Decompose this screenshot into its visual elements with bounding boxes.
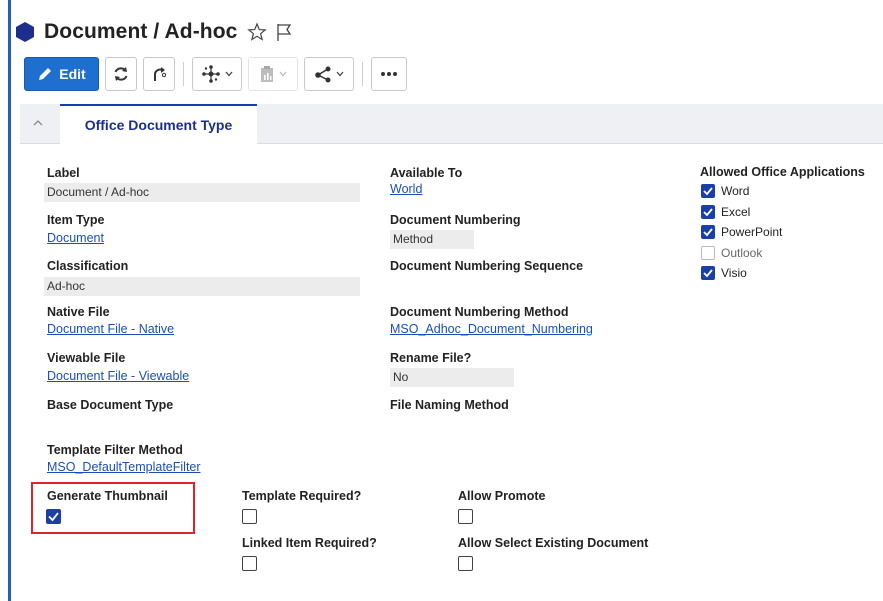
- item-type-label: Item Type: [47, 213, 105, 227]
- tab-office-document-type[interactable]: Office Document Type: [60, 104, 257, 144]
- powerpoint-label: PowerPoint: [721, 225, 783, 239]
- chevron-down-icon: [225, 71, 233, 77]
- more-button[interactable]: [371, 57, 407, 91]
- viewable-file-label: Viewable File: [47, 351, 126, 365]
- template-required-checkbox[interactable]: [242, 509, 257, 524]
- check-icon: [703, 269, 713, 278]
- powerpoint-checkbox[interactable]: [701, 225, 715, 239]
- linked-item-required-checkbox[interactable]: [242, 556, 257, 571]
- share-icon: [315, 66, 331, 83]
- structure-menu-button[interactable]: [192, 57, 242, 91]
- allowed-office-apps-label: Allowed Office Applications: [700, 165, 865, 179]
- file-naming-method-label: File Naming Method: [390, 398, 509, 412]
- edit-button-label: Edit: [59, 66, 86, 82]
- toolbar: Edit: [24, 56, 407, 92]
- rename-file-value: No: [390, 368, 514, 387]
- linked-item-required-label: Linked Item Required?: [242, 536, 377, 550]
- toolbar-separator: [362, 62, 363, 86]
- chevron-down-icon: [336, 71, 344, 77]
- more-icon: [381, 72, 397, 76]
- check-icon: [703, 187, 713, 196]
- visio-label: Visio: [721, 266, 747, 280]
- word-checkbox[interactable]: [701, 184, 715, 198]
- template-filter-link[interactable]: MSO_DefaultTemplateFilter: [47, 460, 201, 474]
- chevron-up-icon[interactable]: [32, 118, 44, 128]
- star-icon[interactable]: [247, 22, 268, 42]
- native-file-label: Native File: [47, 305, 110, 319]
- allow-promote-checkbox[interactable]: [458, 509, 473, 524]
- native-file-link[interactable]: Document File - Native: [47, 322, 174, 336]
- reports-menu-button[interactable]: [248, 57, 298, 91]
- check-icon: [703, 228, 713, 237]
- document-numbering-sequence-label: Document Numbering Sequence: [390, 259, 584, 273]
- template-filter-label: Template Filter Method: [47, 443, 183, 457]
- promote-icon: [154, 67, 167, 81]
- hexagon-icon: [16, 22, 34, 42]
- check-icon: [703, 208, 713, 217]
- rename-file-label: Rename File?: [390, 351, 472, 365]
- allow-select-existing-checkbox[interactable]: [458, 556, 473, 571]
- network-icon: [202, 65, 220, 83]
- highlight-box: [31, 482, 195, 534]
- viewable-file-link[interactable]: Document File - Viewable: [47, 369, 189, 383]
- pencil-icon: [39, 68, 52, 80]
- allow-select-existing-label: Allow Select Existing Document: [458, 536, 649, 550]
- promote-button[interactable]: [143, 57, 175, 91]
- base-document-type-label: Base Document Type: [47, 398, 174, 412]
- chevron-down-icon: [279, 71, 287, 77]
- outlook-label: Outlook: [721, 246, 763, 260]
- refresh-button[interactable]: [105, 57, 137, 91]
- share-menu-button[interactable]: [304, 57, 354, 91]
- word-label: Word: [721, 184, 750, 198]
- clipboard-icon: [261, 66, 273, 82]
- outlook-checkbox[interactable]: [701, 246, 715, 260]
- available-to-link[interactable]: World: [390, 182, 422, 196]
- label-field-label: Label: [47, 166, 80, 180]
- label-field-value: Document / Ad-hoc: [44, 183, 360, 202]
- toolbar-separator: [183, 62, 184, 86]
- allow-promote-label: Allow Promote: [458, 489, 546, 503]
- item-type-link[interactable]: Document: [47, 231, 104, 245]
- section-header: Office Document Type: [20, 104, 883, 144]
- available-to-label: Available To: [390, 166, 463, 180]
- page-header: Document / Ad-hoc: [14, 14, 293, 50]
- excel-label: Excel: [721, 205, 751, 219]
- template-required-label: Template Required?: [242, 489, 362, 503]
- classification-value: Ad-hoc: [44, 277, 360, 296]
- classification-label: Classification: [47, 259, 129, 273]
- left-accent-rail: [8, 0, 11, 601]
- document-numbering-value: Method: [390, 230, 474, 249]
- flag-icon[interactable]: [275, 22, 293, 42]
- page-title: Document / Ad-hoc: [44, 20, 238, 43]
- refresh-icon: [114, 67, 128, 81]
- document-numbering-label: Document Numbering: [390, 213, 521, 227]
- excel-checkbox[interactable]: [701, 205, 715, 219]
- edit-button[interactable]: Edit: [24, 57, 99, 91]
- document-numbering-method-link[interactable]: MSO_Adhoc_Document_Numbering: [390, 322, 593, 336]
- visio-checkbox[interactable]: [701, 266, 715, 280]
- document-numbering-method-label: Document Numbering Method: [390, 305, 569, 319]
